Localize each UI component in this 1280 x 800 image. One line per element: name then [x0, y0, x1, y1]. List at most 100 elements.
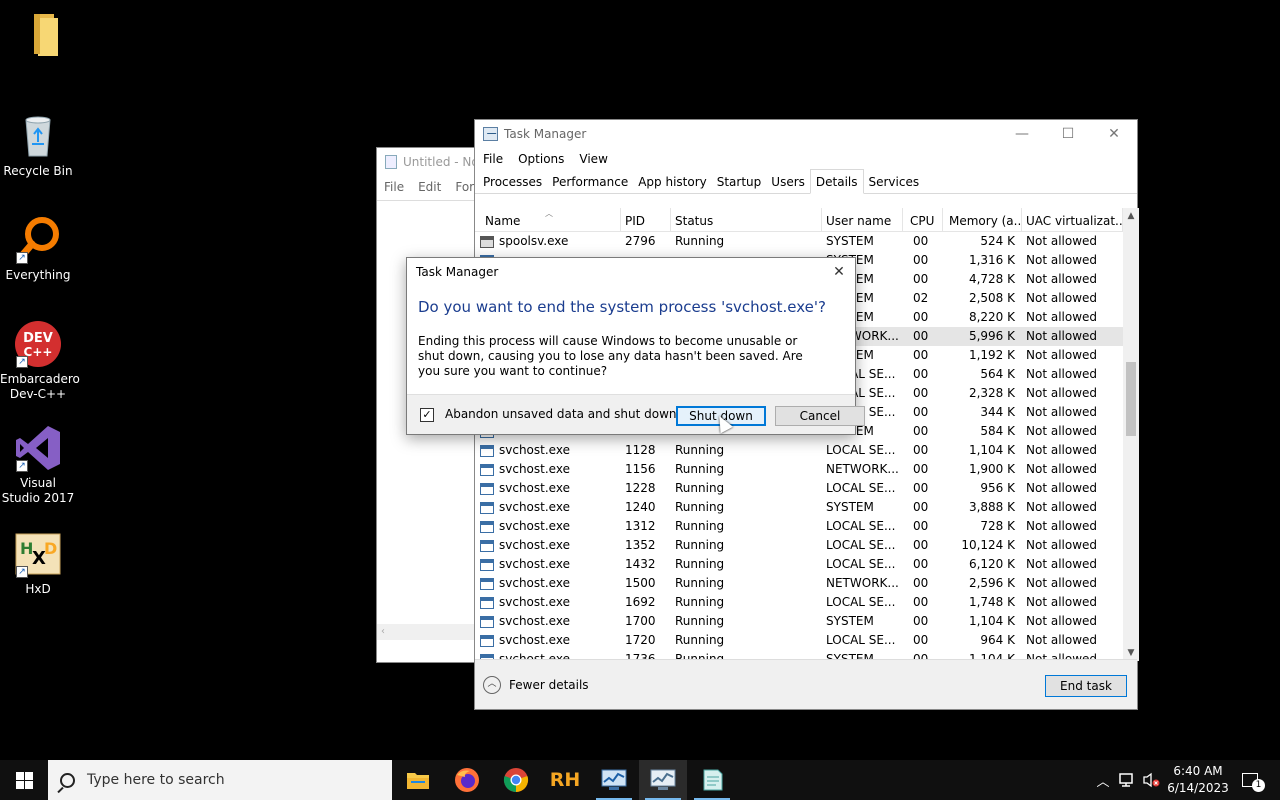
cell-cpu: 00: [913, 234, 929, 248]
desktop-icon-hxd[interactable]: HXD ↗ HxD: [0, 530, 76, 597]
scroll-left-icon[interactable]: ‹: [381, 626, 385, 637]
tab-details[interactable]: Details: [809, 169, 864, 194]
tray-volume[interactable]: [1140, 760, 1162, 800]
maximize-icon[interactable]: ☐: [1045, 120, 1091, 148]
table-row[interactable]: svchost.exe 1156 Running NETWORK... 00 1,900 …: [475, 460, 1123, 479]
cell-uac: Not allowed: [1026, 614, 1098, 628]
cell-status: Running: [675, 595, 725, 609]
action-center-button[interactable]: 1: [1236, 760, 1265, 800]
tab-users[interactable]: Users: [766, 171, 810, 193]
column-header-status[interactable]: Status: [671, 208, 822, 232]
table-row[interactable]: svchost.exe 1432 Running LOCAL SE... 00 6,120…: [475, 555, 1123, 574]
firefox-icon: [455, 768, 479, 792]
chrome-icon: [503, 768, 529, 793]
process-name: svchost.exe: [499, 462, 570, 476]
window-controls: — ☐ ✕: [999, 120, 1137, 148]
end-process-dialog[interactable]: Task Manager ✕ Do you want to end the sy…: [406, 257, 865, 435]
table-row[interactable]: svchost.exe 1720 Running LOCAL SE... 00 964 K…: [475, 631, 1123, 650]
desktop-icon-everything[interactable]: ↗ Everything: [0, 216, 76, 283]
table-row[interactable]: svchost.exe 1240 Running SYSTEM 00 3,888 K Not…: [475, 498, 1123, 517]
close-icon[interactable]: ✕: [829, 262, 849, 282]
column-header-pid[interactable]: PID: [621, 208, 671, 232]
taskbar-search-box[interactable]: Type here to search: [48, 760, 392, 800]
table-row[interactable]: svchost.exe 1228 Running LOCAL SE... 00 956 K…: [475, 479, 1123, 498]
taskbar-file-explorer[interactable]: [394, 760, 442, 800]
desktop-icon-devcpp[interactable]: DEV C++ ↗ Embarcadero Dev-C++: [0, 320, 80, 402]
end-task-button[interactable]: End task: [1045, 675, 1127, 697]
desktop-icon-visual-studio[interactable]: ↗ Visual Studio 2017: [0, 424, 76, 506]
cell-user-name: SYSTEM: [826, 614, 874, 628]
desktop-icon-folder[interactable]: [0, 10, 76, 62]
details-vertical-scrollbar[interactable]: ▲ ▼: [1123, 208, 1139, 661]
taskbar: Type here to search RH ︿ 6:40 AM 6/14/20…: [0, 760, 1280, 800]
column-header-memory[interactable]: Memory (a...: [943, 208, 1022, 232]
column-header-uac[interactable]: UAC virtualizat...: [1022, 208, 1123, 232]
column-header-user-name[interactable]: User name: [822, 208, 903, 232]
column-header-cpu[interactable]: CPU: [903, 208, 943, 232]
cell-memory: 964 K: [980, 633, 1015, 647]
scroll-up-icon[interactable]: ▲: [1123, 208, 1139, 224]
notepad-title: Untitled - No: [403, 155, 479, 169]
fewer-details-button[interactable]: ︿ Fewer details: [483, 676, 589, 694]
cell-cpu: 00: [913, 386, 929, 400]
taskbar-notepad[interactable]: [688, 760, 736, 800]
task-manager-footer: ︿ Fewer details End task: [475, 659, 1137, 709]
taskbar-firefox[interactable]: [443, 760, 491, 800]
desktop-icon-label: Recycle Bin: [3, 164, 73, 178]
menu-options[interactable]: Options: [518, 152, 564, 166]
cell-uac: Not allowed: [1026, 462, 1098, 476]
notepad-menu-file[interactable]: File: [384, 180, 404, 194]
table-row[interactable]: spoolsv.exe 2796 Running SYSTEM 00 524 K Not a…: [475, 232, 1123, 251]
taskbar-resource-hacker[interactable]: RH: [541, 760, 589, 800]
notification-count-badge: 1: [1252, 779, 1265, 792]
table-row[interactable]: svchost.exe 1700 Running SYSTEM 00 1,104 K Not…: [475, 612, 1123, 631]
cell-user-name: NETWORK...: [826, 462, 899, 476]
table-row[interactable]: svchost.exe 1312 Running LOCAL SE... 00 728 K…: [475, 517, 1123, 536]
cell-cpu: 00: [913, 367, 929, 381]
cell-name: svchost.exe: [475, 612, 621, 631]
abandon-data-checkbox[interactable]: ✓: [420, 408, 434, 422]
tab-startup[interactable]: Startup: [712, 171, 767, 193]
notepad-menu-edit[interactable]: Edit: [418, 180, 441, 194]
start-button[interactable]: [0, 760, 48, 800]
cell-status: Running: [675, 234, 725, 248]
notepad-titlebar[interactable]: Untitled - No: [377, 148, 485, 176]
windows-logo-icon: [15, 771, 33, 789]
tray-network[interactable]: [1116, 760, 1138, 800]
taskbar-clock[interactable]: 6:40 AM 6/14/2023: [1162, 763, 1234, 797]
cell-cpu: 00: [913, 253, 929, 267]
table-row[interactable]: svchost.exe 1352 Running LOCAL SE... 00 10,12…: [475, 536, 1123, 555]
tab-processes[interactable]: Processes: [478, 171, 547, 193]
cell-pid: 1500: [625, 576, 656, 590]
taskbar-task-manager[interactable]: [639, 760, 687, 800]
cancel-button[interactable]: Cancel: [775, 406, 865, 426]
tray-show-hidden-icons[interactable]: ︿: [1092, 760, 1114, 800]
menu-view[interactable]: View: [579, 152, 607, 166]
checkmark-icon: ✓: [422, 408, 432, 421]
menu-file[interactable]: File: [483, 152, 503, 166]
chevron-up-icon: ︿: [483, 676, 501, 694]
notepad-horizontal-scrollbar[interactable]: ‹: [377, 624, 485, 640]
cell-status: Running: [675, 519, 725, 533]
cell-name: svchost.exe: [475, 479, 621, 498]
tab-app-history[interactable]: App history: [633, 171, 712, 193]
minimize-icon[interactable]: —: [999, 120, 1045, 148]
taskbar-chrome[interactable]: [492, 760, 540, 800]
cell-name: svchost.exe: [475, 574, 621, 593]
scrollbar-thumb[interactable]: [1126, 362, 1136, 436]
folder-icon: [14, 10, 62, 58]
process-icon: [480, 615, 494, 628]
cell-cpu: 00: [913, 500, 929, 514]
tab-services[interactable]: Services: [864, 171, 925, 193]
cell-status: Running: [675, 614, 725, 628]
table-row[interactable]: svchost.exe 1692 Running LOCAL SE... 00 1,748…: [475, 593, 1123, 612]
abandon-data-checkbox-label[interactable]: Abandon unsaved data and shut down.: [445, 407, 680, 421]
desktop-icon-recycle-bin[interactable]: Recycle Bin: [0, 112, 76, 179]
cell-cpu: 00: [913, 557, 929, 571]
close-icon[interactable]: ✕: [1091, 120, 1137, 148]
table-row[interactable]: svchost.exe 1128 Running LOCAL SE... 00 1,104…: [475, 441, 1123, 460]
taskbar-task-manager-2[interactable]: [590, 760, 638, 800]
cell-pid: 1720: [625, 633, 656, 647]
tab-performance[interactable]: Performance: [547, 171, 633, 193]
table-row[interactable]: svchost.exe 1500 Running NETWORK... 00 2,596 …: [475, 574, 1123, 593]
